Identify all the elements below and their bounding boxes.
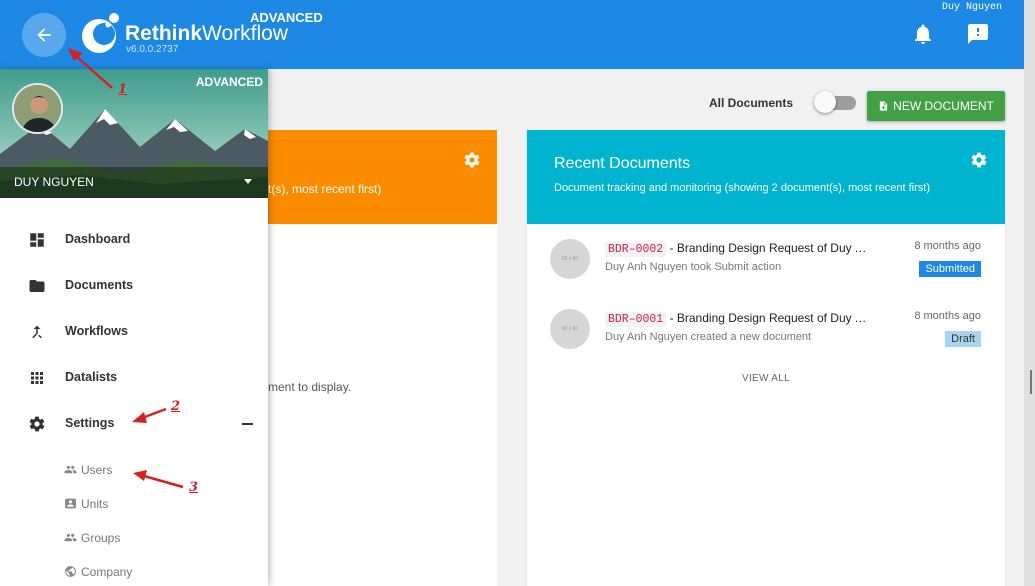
document-code: BDR–0002 <box>605 242 667 257</box>
sidebar-item-units[interactable]: Units <box>60 492 260 516</box>
document-last-action: Duy Anh Nguyen created a new document <box>605 331 812 343</box>
new-document-label: NEW DOCUMENT <box>893 99 994 113</box>
view-all-link[interactable]: VIEW ALL <box>527 373 1005 384</box>
recent-documents-header: Recent Documents Document tracking and m… <box>527 130 1005 224</box>
logo-icon <box>82 13 119 53</box>
drawer-user-menu[interactable]: DUY NGUYEN <box>0 167 268 198</box>
drawer-header: ADVANCED DUY NGUYEN <box>0 69 268 198</box>
workflow-card-subtitle: t(s), most recent first) <box>268 182 382 196</box>
document-title-line[interactable]: BDR–0001 - Branding Design Request of Du… <box>605 309 870 329</box>
contact-card-icon <box>65 498 76 509</box>
annotation-number: 2 <box>171 399 181 414</box>
all-documents-toggle[interactable] <box>814 91 858 113</box>
people-icon <box>64 533 77 542</box>
workflow-card-header: t(s), most recent first) <box>258 130 497 224</box>
nav-item-label: Documents <box>65 278 134 292</box>
merge-icon <box>32 325 42 339</box>
drawer-user-name: DUY NGUYEN <box>14 175 94 189</box>
all-documents-label: All Documents <box>709 96 794 110</box>
toggle-knob <box>814 91 836 113</box>
nav-item-datalists[interactable]: Datalists <box>0 358 268 398</box>
feedback-icon[interactable] <box>966 22 990 46</box>
document-time: 8 months ago <box>914 310 981 322</box>
folder-icon <box>29 280 45 292</box>
sidebar-item-label: Users <box>81 463 113 477</box>
back-button[interactable] <box>22 13 66 57</box>
chevron-down-icon <box>244 179 252 184</box>
workflow-card-empty: ment to display. <box>268 380 352 394</box>
dashboard-icon <box>30 233 44 247</box>
document-code: BDR–0001 <box>605 312 667 327</box>
header-user-name[interactable]: Duy Nguyen <box>942 2 1002 13</box>
gear-icon <box>29 416 45 432</box>
avatar[interactable] <box>12 83 63 134</box>
new-document-button[interactable]: NEW DOCUMENT <box>867 91 1005 121</box>
nav-item-dashboard[interactable]: Dashboard <box>0 220 268 260</box>
nav-item-documents[interactable]: Documents <box>0 266 268 306</box>
sidebar-item-label: Units <box>81 497 109 511</box>
annotation-number: 1 <box>118 82 128 97</box>
sidebar-item-users[interactable]: Users <box>60 458 260 482</box>
status-badge: Submitted <box>919 261 981 277</box>
document-title: - Branding Design Request of Duy Anh Ngu… <box>669 241 870 255</box>
document-row[interactable]: 60 x 60 BDR–0002 - Branding Design Reque… <box>527 239 1005 295</box>
scrollbar-grip[interactable] <box>1030 370 1032 394</box>
document-avatar: 60 x 60 <box>550 309 590 349</box>
edition-label: ADVANCED <box>250 10 323 25</box>
collapse-icon[interactable] <box>242 423 253 425</box>
annotation-number: 3 <box>189 480 199 495</box>
recent-documents-subtitle: Document tracking and monitoring (showin… <box>554 182 930 194</box>
nav-item-label: Workflows <box>65 324 128 338</box>
arrow-left-icon <box>37 28 51 42</box>
brand-name: RethinkWorkflow <box>125 22 288 45</box>
document-time: 8 months ago <box>914 240 981 252</box>
app-header: RethinkWorkflow v6.0.0.2737 ADVANCED Duy… <box>0 0 1024 69</box>
document-last-action: Duy Anh Nguyen took Submit action <box>605 261 782 273</box>
nav-item-label: Settings <box>65 416 115 430</box>
bell-icon[interactable] <box>911 22 935 46</box>
document-row[interactable]: 60 x 60 BDR–0001 - Branding Design Reque… <box>527 309 1005 365</box>
page-scrollbar[interactable] <box>1024 0 1035 586</box>
sidebar-item-label: Groups <box>81 531 121 545</box>
nav-item-settings[interactable]: Settings <box>0 404 268 444</box>
recent-documents-card: Recent Documents Document tracking and m… <box>527 130 1005 586</box>
document-avatar: 60 x 60 <box>550 239 590 279</box>
navigation-drawer: ADVANCED DUY NGUYEN Dashboard Documents … <box>0 69 268 586</box>
grid-icon <box>31 372 43 384</box>
people-icon <box>64 465 77 474</box>
sidebar-item-groups[interactable]: Groups <box>60 526 260 550</box>
nav-item-label: Datalists <box>65 370 118 384</box>
globe-icon <box>65 566 76 577</box>
drawer-edition-label: ADVANCED <box>195 75 263 89</box>
sidebar-item-label: Company <box>81 565 133 579</box>
app-version: v6.0.0.2737 <box>126 44 179 55</box>
nav-item-workflows[interactable]: Workflows <box>0 312 268 352</box>
sidebar-item-company[interactable]: Company <box>60 560 260 584</box>
recent-documents-title: Recent Documents <box>554 155 691 172</box>
status-badge: Draft <box>945 331 981 347</box>
gear-icon[interactable] <box>463 151 481 169</box>
nav-item-label: Dashboard <box>65 232 131 246</box>
workflow-card: t(s), most recent first) ment to display… <box>258 130 497 586</box>
document-title: - Branding Design Request of Duy Anh Ngu… <box>669 311 870 325</box>
add-document-icon <box>879 101 888 111</box>
gear-icon[interactable] <box>970 151 988 169</box>
document-title-line[interactable]: BDR–0002 - Branding Design Request of Du… <box>605 239 870 259</box>
